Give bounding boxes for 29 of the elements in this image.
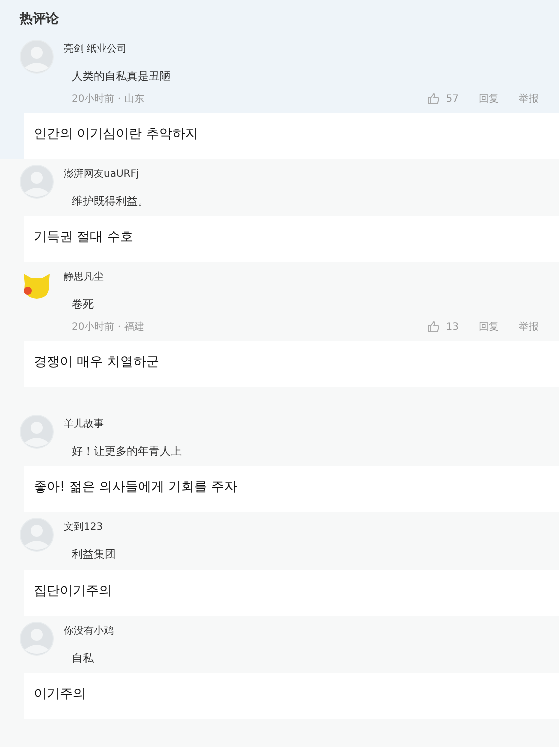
section-heading: 热评论 xyxy=(20,11,59,29)
comment-text: 维护既得利益。 xyxy=(72,194,149,210)
translation-text: 이기주의 xyxy=(34,687,86,702)
comment-text: 人类的自私真是丑陋 xyxy=(72,69,171,85)
username[interactable]: 你没有小鸡 xyxy=(64,624,114,638)
translation-text: 경쟁이 매우 치열하군 xyxy=(34,354,160,370)
translation-text: 기득권 절대 수호 xyxy=(34,230,134,245)
comment-text: 利益集团 xyxy=(72,547,116,563)
comment-text: 好！让更多的年青人上 xyxy=(72,444,182,460)
username[interactable]: 羊儿故事 xyxy=(64,416,104,432)
username[interactable]: 静思凡尘 xyxy=(64,270,104,285)
translation-text: 집단이기주의 xyxy=(34,584,112,598)
avatar-icon xyxy=(20,164,54,198)
comment-text: 自私 xyxy=(72,650,94,666)
like-count: 13 xyxy=(446,320,459,334)
timestamp: 20小时前 · 福建 xyxy=(72,320,144,334)
thumbs-up-icon[interactable] xyxy=(428,321,440,333)
username[interactable]: 亮剑 纸业公司 xyxy=(64,42,128,57)
translation-text: 좋아! 젊은 의사들에게 기회를 주자 xyxy=(34,480,238,495)
like-count: 57 xyxy=(446,92,459,106)
avatar-icon xyxy=(20,414,54,448)
username[interactable]: 文到123 xyxy=(64,520,104,535)
avatar-icon xyxy=(20,622,54,656)
avatar-icon xyxy=(20,518,54,552)
timestamp: 20小时前 · 山东 xyxy=(72,92,144,106)
thumbs-up-icon[interactable] xyxy=(428,93,440,105)
comment-text: 卷死 xyxy=(72,297,94,313)
translation-text: 인간의 이기심이란 추악하지 xyxy=(34,126,198,142)
username[interactable]: 澎湃网友uaURFj xyxy=(64,166,140,182)
